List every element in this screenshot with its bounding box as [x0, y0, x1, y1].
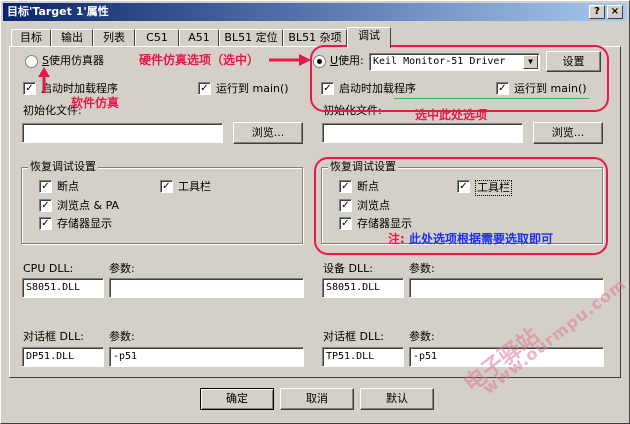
right-init-file-input[interactable] [322, 123, 523, 143]
left-toolbar-checkbox[interactable]: ✓ [160, 180, 173, 193]
annotation-ring-top [310, 45, 609, 112]
annotation-hardware: 硬件仿真选项（选中） [139, 53, 260, 67]
annotation-note-text: 此处选项根据需要选取即可 [409, 232, 554, 246]
tab-output[interactable]: 输出 [51, 29, 93, 47]
tab-debug[interactable]: 调试 [347, 27, 391, 48]
left-dialog-dll-label: 对话框 DLL: [23, 330, 84, 343]
left-breakpoints-label: 断点 [57, 180, 79, 193]
right-dialog-param-label: 参数: [409, 330, 435, 343]
annotation-underline [394, 98, 589, 99]
left-restore-group-title: 恢复调试设置 [28, 160, 98, 174]
left-run-main-checkbox[interactable]: ✓ [198, 82, 211, 95]
left-watchpoints-checkbox[interactable]: ✓ [39, 199, 52, 212]
annotation-select-here: 选中此处选项 [415, 108, 488, 122]
properties-dialog: 目标'Target 1'属性 ? × 目标 输出 列表 C51 A51 BL51… [0, 0, 630, 424]
close-button[interactable]: × [607, 5, 623, 19]
cpu-dll-input[interactable]: S8051.DLL [22, 278, 104, 298]
driver-param-label: 参数: [409, 262, 435, 275]
left-browse-button[interactable]: 浏览... [233, 122, 303, 144]
tab-listing[interactable]: 列表 [93, 29, 135, 47]
ok-button[interactable]: 确定 [200, 388, 274, 410]
left-load-startup-checkbox[interactable]: ✓ [23, 82, 36, 95]
cpu-param-input[interactable] [109, 278, 304, 298]
cancel-button[interactable]: 取消 [280, 388, 354, 410]
use-simulator-label: S使用仿真器 [42, 54, 104, 67]
right-browse-button[interactable]: 浏览... [533, 122, 603, 144]
arrow-right-icon [269, 54, 311, 66]
cpu-param-label: 参数: [109, 262, 135, 275]
left-memory-checkbox[interactable]: ✓ [39, 217, 52, 230]
left-dialog-dll-input[interactable]: DP51.DLL [22, 347, 104, 367]
right-dialog-dll-input[interactable]: TP51.DLL [322, 347, 404, 367]
window-title: 目标'Target 1'属性 [7, 5, 109, 18]
right-dialog-dll-label: 对话框 DLL: [323, 330, 384, 343]
use-simulator-radio[interactable] [25, 55, 38, 68]
left-run-main-label: 运行到 main() [216, 82, 289, 95]
driver-dll-label: 设备 DLL: [323, 262, 373, 275]
driver-dll-input[interactable]: S8051.DLL [322, 278, 404, 298]
default-button[interactable]: 默认 [360, 388, 434, 410]
annotation-note: 注: 此处选项根据需要选取即可 [388, 230, 553, 247]
tab-bl51-locate[interactable]: BL51 定位 [219, 29, 283, 47]
left-dialog-param-input[interactable]: -p51 [109, 347, 304, 367]
left-watchpoints-label: 浏览点 & PA [57, 199, 120, 212]
left-breakpoints-checkbox[interactable]: ✓ [39, 180, 52, 193]
left-memory-label: 存储器显示 [57, 217, 112, 230]
cpu-dll-label: CPU DLL: [23, 262, 74, 275]
left-init-file-input[interactable] [22, 123, 223, 143]
arrow-up-icon [38, 67, 50, 93]
title-bar: 目标'Target 1'属性 ? × [3, 3, 627, 21]
annotation-software: 软件仿真 [71, 96, 120, 110]
tab-c51[interactable]: C51 [135, 29, 179, 47]
driver-param-input[interactable] [409, 278, 604, 298]
left-toolbar-label: 工具栏 [178, 180, 211, 193]
use-simulator-hotkey: S [42, 54, 49, 67]
tab-target[interactable]: 目标 [11, 29, 51, 47]
help-button[interactable]: ? [589, 5, 605, 19]
tab-a51[interactable]: A51 [179, 29, 219, 47]
annotation-note-prefix: 注: [388, 232, 405, 246]
left-dialog-param-label: 参数: [109, 330, 135, 343]
